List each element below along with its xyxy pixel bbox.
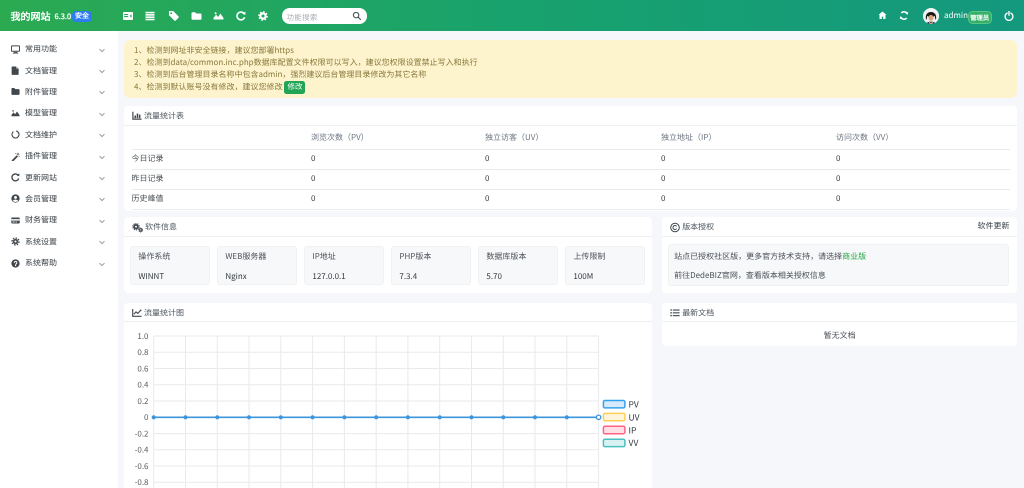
svg-text:0: 0 (144, 412, 149, 423)
svg-text:IP: IP (629, 424, 637, 436)
svg-text:1.0: 1.0 (137, 330, 149, 341)
svg-text:-0.2: -0.2 (135, 428, 149, 439)
svg-text:-0.8: -0.8 (135, 477, 149, 488)
svg-text:VV: VV (629, 437, 639, 449)
svg-text:0.4: 0.4 (137, 379, 149, 390)
svg-text:0.2: 0.2 (137, 395, 149, 406)
svg-text:0.6: 0.6 (137, 363, 149, 374)
svg-text:PV: PV (629, 398, 639, 410)
svg-text:-0.4: -0.4 (135, 444, 149, 455)
svg-text:0.8: 0.8 (137, 347, 149, 358)
svg-text:-0.6: -0.6 (135, 461, 149, 472)
svg-text:UV: UV (629, 411, 640, 423)
